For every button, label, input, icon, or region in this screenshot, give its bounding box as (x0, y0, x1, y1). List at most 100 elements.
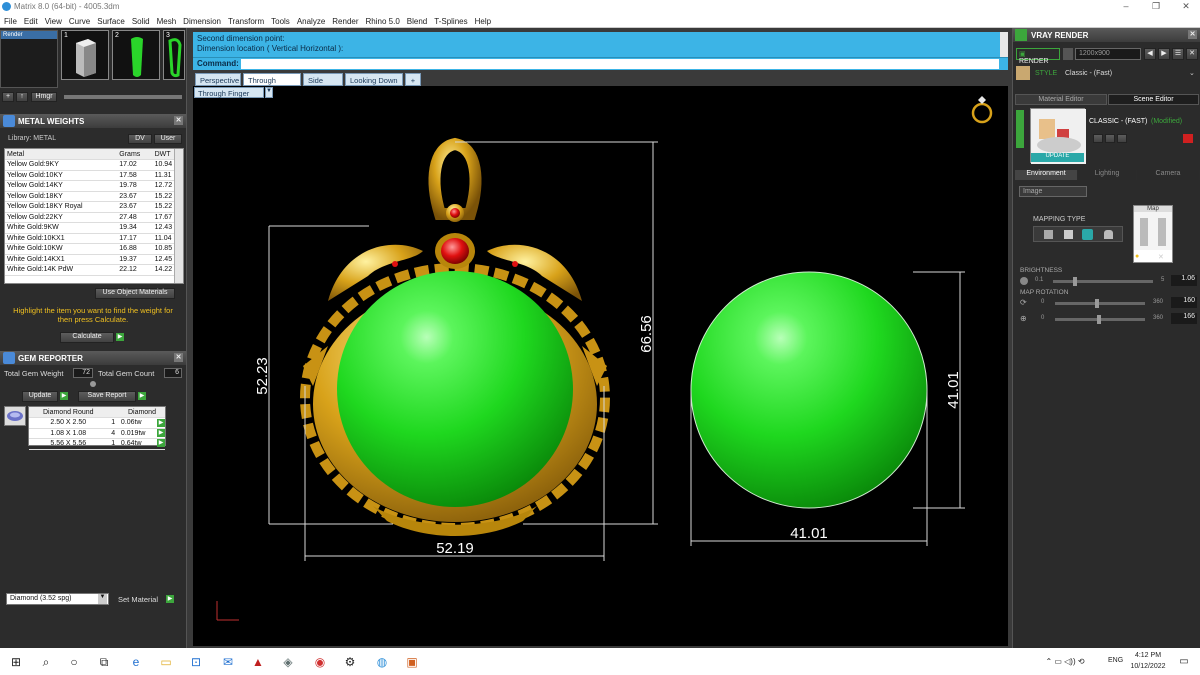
viewport-canvas[interactable]: 52.23 66.56 52.19 41.01 41.01 (193, 86, 1008, 646)
tab-material-editor[interactable]: Material Editor (1015, 94, 1107, 105)
chrome-icon[interactable]: ◉ (312, 654, 328, 670)
col-diamond-round[interactable]: Diamond Round (29, 407, 108, 418)
play-icon[interactable]: ▶ (138, 392, 146, 400)
menu-rhino[interactable]: Rhino 5.0 (362, 14, 403, 26)
chevron-down-icon[interactable]: ▼ (265, 87, 273, 98)
clock-date[interactable]: 10/12/2022 (1128, 663, 1168, 670)
play-icon[interactable]: ▶ (157, 439, 165, 447)
menu-analyze[interactable]: Analyze (293, 14, 328, 26)
photos-icon[interactable]: ▣ (404, 654, 420, 670)
close-icon[interactable]: ✕ (174, 353, 183, 362)
user-toggle[interactable]: User (154, 134, 182, 144)
thumbnail-3[interactable]: 3 (163, 30, 185, 80)
tab-lighting[interactable]: Lighting (1078, 170, 1136, 180)
settings-icon[interactable]: ⚙ (342, 654, 358, 670)
command-scrollbar[interactable] (1000, 32, 1008, 57)
play-icon[interactable]: ▶ (157, 429, 165, 437)
rotation-1-value[interactable]: 160 (1171, 297, 1197, 308)
table-row[interactable]: Yellow Gold:18KY Royal 23.67 15.22 (5, 201, 183, 213)
collapse-handle[interactable] (1016, 110, 1024, 148)
menu-curve[interactable]: Curve (65, 14, 93, 26)
style-value[interactable]: Classic - (Fast) (1065, 70, 1112, 77)
thumb-scrollbar[interactable] (64, 95, 182, 99)
table-row[interactable]: Yellow Gold:18KY 23.67 15.22 (5, 191, 183, 202)
brightness-slider-knob[interactable] (1072, 277, 1077, 286)
play-icon[interactable]: ▶ (1158, 48, 1170, 60)
play-icon[interactable]: ▶ (116, 333, 124, 341)
thumbnail-2[interactable]: 2 (112, 30, 160, 80)
rotation-slider-2-knob[interactable] (1096, 315, 1101, 324)
spherical-map-icon[interactable] (1082, 229, 1093, 240)
ruby-gem[interactable] (441, 238, 469, 264)
rotation-2-value[interactable]: 166 (1171, 313, 1197, 324)
menu-file[interactable]: File (0, 14, 20, 26)
play-icon[interactable]: ▶ (166, 595, 174, 603)
list-icon[interactable]: ☰ (1172, 48, 1184, 60)
viewport[interactable]: 52.23 66.56 52.19 41.01 41.01 (193, 86, 1008, 646)
menu-surface[interactable]: Surface (93, 14, 128, 26)
table-row[interactable]: Yellow Gold:22KY 27.48 17.67 (5, 212, 183, 223)
rotation-slider-1[interactable] (1055, 299, 1145, 308)
menu-mesh[interactable]: Mesh (153, 14, 180, 26)
menu-render[interactable]: Render (328, 14, 361, 26)
edge-icon[interactable]: e (128, 654, 144, 670)
table-row[interactable]: 2.50 X 2.50 1 0.06tw (29, 417, 165, 429)
update-preview-button[interactable]: UPDATE (1031, 153, 1084, 162)
rhino-icon[interactable]: ◈ (280, 654, 296, 670)
pendant-green-stone[interactable] (337, 271, 573, 507)
close-button[interactable]: ✕ (1172, 1, 1200, 13)
table-row[interactable]: 5.56 X 5.56 1 0.64tw (29, 438, 165, 450)
play-icon[interactable]: ▶ (157, 419, 165, 427)
menu-dimension[interactable]: Dimension (179, 14, 224, 26)
layer-list[interactable]: Render (0, 30, 58, 88)
cube-map-icon[interactable] (1064, 230, 1073, 239)
flat-map-icon[interactable] (1044, 230, 1053, 239)
cortana-icon[interactable]: ○ (66, 654, 82, 670)
table-row[interactable]: Yellow Gold:14KY 19.78 12.72 (5, 180, 183, 192)
move-up-button[interactable]: ↑ (16, 92, 28, 102)
layer-row[interactable]: Render (1, 31, 57, 39)
rotation-slider-1-knob[interactable] (1095, 299, 1099, 308)
add-tab-button[interactable]: + (405, 73, 421, 86)
tray-icons[interactable]: ⌃ ▭ ◁)) ⟲ (1040, 654, 1090, 670)
calculate-button[interactable]: Calculate (60, 332, 114, 343)
maximize-button[interactable]: ❐ (1142, 1, 1170, 13)
close-icon[interactable]: ✕ (174, 116, 183, 125)
camera-icon[interactable] (1063, 48, 1073, 60)
environment-type-select[interactable]: Image (1019, 186, 1087, 197)
store-icon[interactable]: ⊡ (188, 654, 204, 670)
tab-side-view[interactable]: Side View (303, 73, 343, 94)
command-input[interactable] (241, 59, 999, 69)
matrix-icon[interactable]: ◍ (374, 654, 390, 670)
tab-camera[interactable]: Camera (1137, 170, 1199, 180)
file-explorer-icon[interactable]: ▭ (158, 654, 174, 670)
render-button[interactable]: ▣ RENDER (1016, 48, 1060, 65)
save-report-button[interactable]: Save Report (78, 391, 136, 402)
tab-looking-down[interactable]: Looking Down (345, 73, 403, 86)
table-row[interactable]: White Gold:10KW 16.88 10.85 (5, 243, 183, 255)
search-icon[interactable]: ⌕ (38, 654, 54, 670)
ring-icon[interactable] (971, 96, 993, 124)
delete-icon[interactable] (1183, 134, 1193, 143)
update-button[interactable]: Update (22, 391, 58, 402)
menu-solid[interactable]: Solid (128, 14, 153, 26)
use-object-materials-button[interactable]: Use Object Materials (95, 288, 175, 299)
table-row[interactable]: White Gold:14K PdW 22.12 14.22 (5, 264, 183, 276)
task-view-icon[interactable]: ⧉ (96, 654, 112, 670)
chevron-down-icon[interactable]: ⌄ (1189, 69, 1195, 77)
tab-scene-editor[interactable]: Scene Editor (1108, 94, 1199, 105)
play-icon[interactable]: ▶ (60, 392, 68, 400)
col-grams[interactable]: Grams (117, 149, 153, 160)
app-icon-red[interactable]: ▲ (250, 654, 266, 670)
windows-start-icon[interactable]: ⊞ (8, 654, 24, 670)
metal-weights-table[interactable]: Metal Grams DWT Yellow Gold:9KY 17.02 10.9… (5, 149, 183, 276)
menu-tsplines[interactable]: T-Splines (430, 14, 470, 26)
col-count[interactable] (107, 407, 119, 418)
metal-table-scrollbar[interactable] (174, 149, 183, 283)
thumbnail-1[interactable]: 1 (61, 30, 109, 80)
loose-green-sphere[interactable] (690, 271, 928, 509)
close-icon[interactable]: ✕ (1186, 48, 1198, 60)
menu-help[interactable]: Help (471, 14, 494, 26)
tab-through-finger[interactable]: Through Finger (243, 73, 301, 94)
menu-transform[interactable]: Transform (224, 14, 267, 26)
